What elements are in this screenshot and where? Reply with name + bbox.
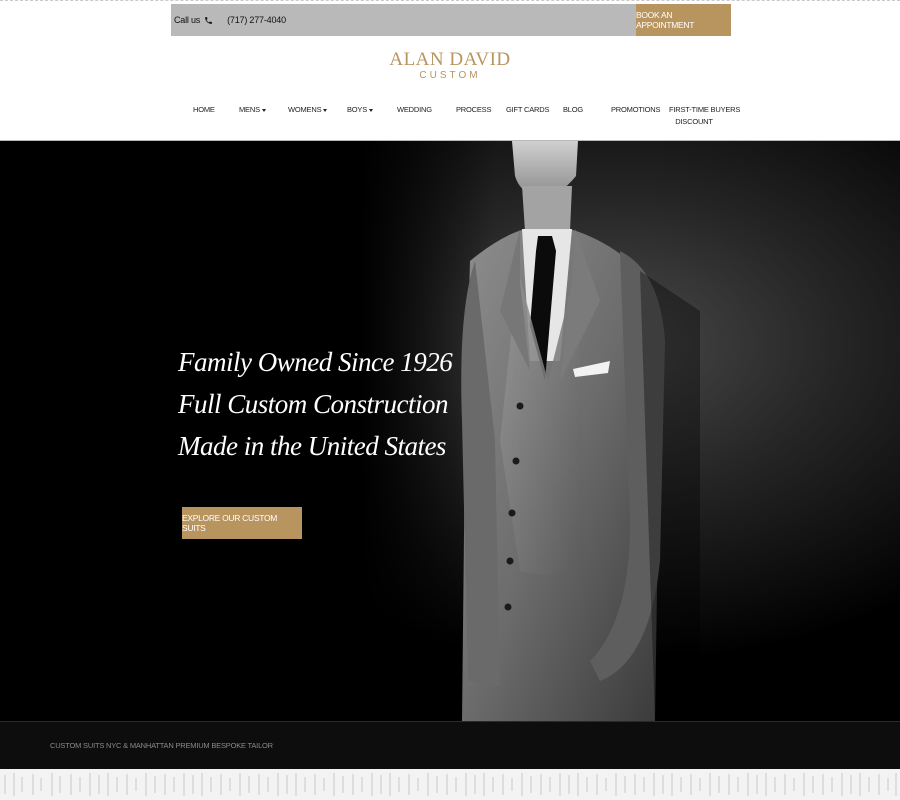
hero-tagline: Family Owned Since 1926 Full Custom Cons… — [178, 341, 453, 467]
nav-label: WEDDING — [397, 105, 432, 114]
book-appointment-button[interactable]: BOOK AN APPOINTMENT — [636, 4, 731, 36]
logo-line1: ALAN DAVID — [389, 49, 511, 70]
nav-label: BOYS — [347, 105, 368, 114]
nav-item-home[interactable]: HOME — [193, 104, 215, 116]
nav-item-boys[interactable]: BOYS — [347, 104, 374, 116]
nav-item-gift-cards[interactable]: GIFT CARDS — [506, 104, 549, 116]
call-us[interactable]: Call us (717) 277-4040 — [174, 15, 286, 25]
nav-label: PROMOTIONS — [611, 105, 661, 114]
top-contact-bar: Call us (717) 277-4040 BOOK AN APPOINTME… — [171, 4, 731, 36]
nav-label: PROCESS — [456, 105, 492, 114]
tagline-line3: Made in the United States — [178, 431, 446, 461]
caret-down-icon — [323, 108, 328, 112]
nav-label: FIRST-TIME BUYERS — [669, 105, 741, 114]
nav-item-promotions[interactable]: PROMOTIONS — [611, 104, 660, 116]
tagline-line2: Full Custom Construction — [178, 389, 449, 419]
bottom-pattern-strip — [0, 769, 900, 800]
nav-label: WOMENS — [288, 105, 322, 114]
bottom-pattern — [4, 773, 897, 796]
nav-label: HOME — [193, 105, 215, 114]
nav-item-wedding[interactable]: WEDDING — [397, 104, 432, 116]
caret-down-icon — [369, 108, 374, 112]
tagline-line1: Family Owned Since 1926 — [178, 347, 453, 377]
nav-label: BLOG — [563, 105, 584, 114]
call-label: Call us — [174, 15, 201, 25]
logo-line2: CUSTOM — [419, 70, 481, 81]
nav-label-line2: DISCOUNT — [675, 117, 713, 126]
main-navigation: HOME MENS WOMENS BOYS WEDDING PROCESS GI… — [0, 104, 900, 134]
phone-icon — [204, 16, 213, 25]
footer-band: CUSTOM SUITS NYC & MANHATTAN PREMIUM BES… — [0, 721, 900, 769]
footer-seo-text: CUSTOM SUITS NYC & MANHATTAN PREMIUM BES… — [50, 741, 273, 750]
explore-custom-suits-button[interactable]: EXPLORE OUR CUSTOM SUITS — [182, 507, 302, 539]
nav-item-process[interactable]: PROCESS — [456, 104, 491, 116]
nav-label: GIFT CARDS — [506, 105, 550, 114]
nav-item-womens[interactable]: WOMENS — [288, 104, 328, 116]
site-logo[interactable]: ALAN DAVID CUSTOM — [350, 50, 550, 82]
nav-item-first-time-buyers-discount[interactable]: FIRST-TIME BUYERS DISCOUNT — [669, 104, 741, 128]
phone-number[interactable]: (717) 277-4040 — [227, 15, 286, 25]
caret-down-icon — [261, 108, 266, 112]
hero-banner: Family Owned Since 1926 Full Custom Cons… — [0, 141, 900, 721]
nav-item-blog[interactable]: BLOG — [563, 104, 583, 116]
nav-item-mens[interactable]: MENS — [239, 104, 266, 116]
nav-label: MENS — [239, 105, 260, 114]
